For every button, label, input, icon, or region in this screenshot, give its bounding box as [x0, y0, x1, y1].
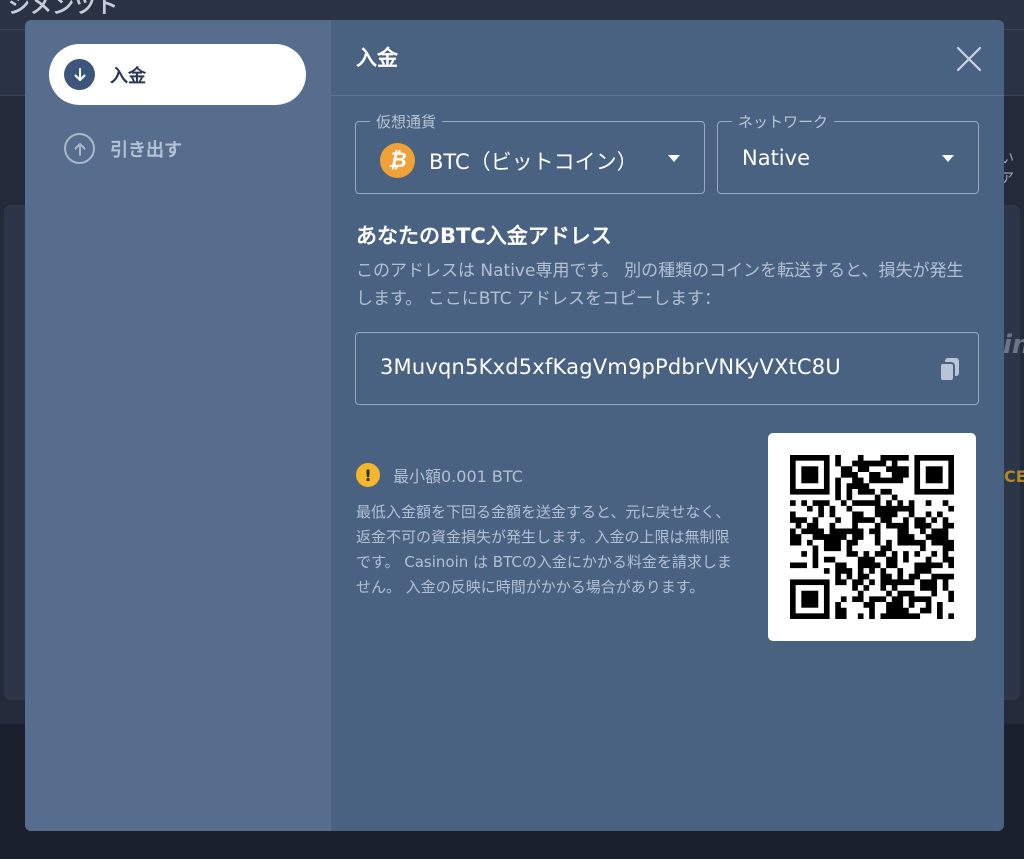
bitcoin-symbol: ₿	[388, 148, 407, 172]
modal-sidebar: 入金 引き出す	[25, 20, 331, 831]
modal-header: 入金	[331, 20, 1004, 96]
warning-icon: !	[356, 463, 380, 487]
background-title: シメンツト	[8, 0, 119, 19]
page-title: 入金	[356, 46, 398, 70]
modal-main: 入金 仮想通貨 ₿ BTC（ビットコイン） ネットワーク Native あなたの…	[331, 20, 1004, 831]
close-icon	[956, 46, 982, 72]
arrow-down-circle-icon	[64, 59, 95, 90]
network-select-legend: ネットワーク	[732, 111, 835, 132]
deposit-modal: 入金 引き出す 入金 仮想通貨 ₿ BTC（ビットコイン） ネットワーク Nat…	[25, 20, 1004, 831]
sidebar-item-label: 入金	[110, 65, 146, 87]
arrow-up-circle-icon	[64, 133, 95, 164]
minimum-amount-label: 最小額0.001 BTC	[393, 467, 523, 486]
chevron-down-icon	[942, 155, 954, 162]
network-select-value: Native	[742, 146, 810, 170]
copy-button[interactable]	[938, 356, 962, 383]
qr-code	[768, 433, 976, 641]
close-button[interactable]	[954, 44, 984, 74]
minimum-amount-description: 最低入金額を下回る金額を送金すると、元に戻せなく、返金不可の資金損失が発生します…	[356, 503, 732, 596]
sidebar-item-label: 引き出す	[110, 139, 182, 161]
deposit-address-field[interactable]: 3Muvqn5Kxd5xfKagVm9pPdbrVNKyVXtC8U	[355, 332, 979, 405]
address-heading: あなたのBTC入金アドレス	[356, 224, 612, 248]
deposit-address-value[interactable]: 3Muvqn5Kxd5xfKagVm9pPdbrVNKyVXtC8U	[380, 355, 841, 379]
bitcoin-icon: ₿	[380, 143, 415, 178]
background-peek-text: in	[1003, 330, 1024, 360]
address-description: このアドレスは Native専用です。 別の種類のコインを転送すると、損失が発生…	[356, 261, 964, 309]
network-select[interactable]: ネットワーク Native	[717, 111, 979, 194]
currency-select-legend: 仮想通貨	[370, 111, 443, 132]
sidebar-item-withdraw[interactable]: 引き出す	[49, 118, 306, 179]
qr-code-icon	[790, 455, 954, 619]
sidebar-item-deposit[interactable]: 入金	[49, 44, 306, 105]
minimum-amount-row: ! 最小額0.001 BTC	[356, 463, 523, 487]
currency-select-value: BTC（ビットコイン）	[429, 150, 638, 174]
copy-icon	[939, 358, 959, 382]
background-peek-text: CE	[1004, 467, 1024, 486]
currency-select[interactable]: 仮想通貨 ₿ BTC（ビットコイン）	[355, 111, 705, 194]
chevron-down-icon	[668, 155, 680, 162]
